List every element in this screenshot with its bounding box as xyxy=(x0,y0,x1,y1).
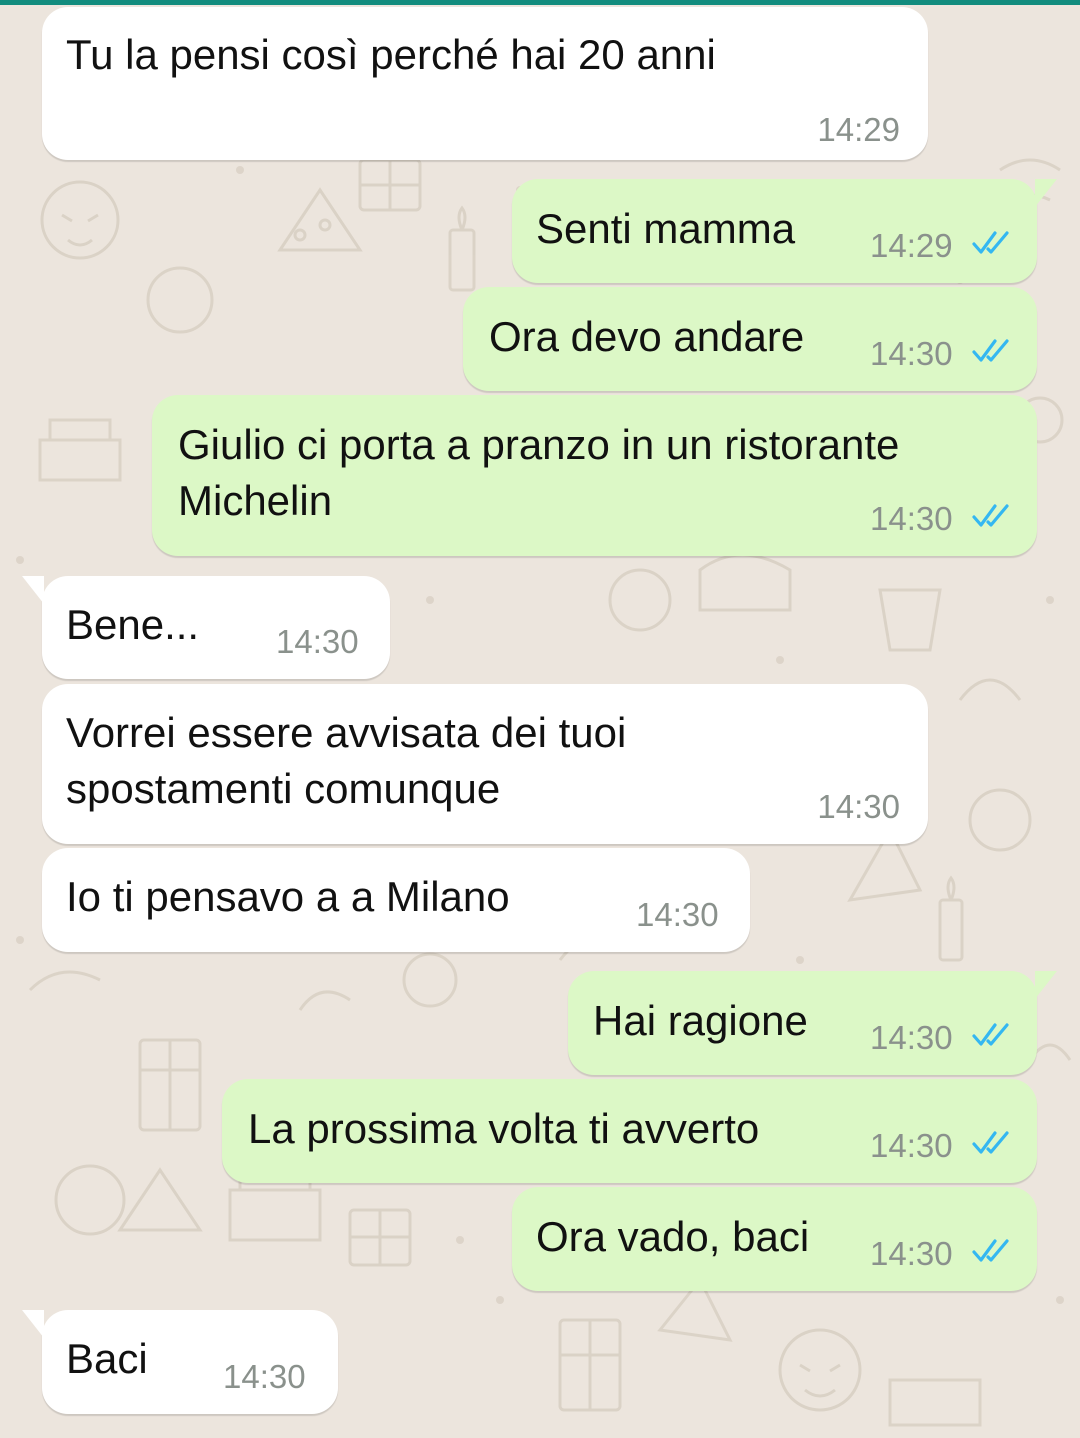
message-time: 14:30 xyxy=(870,1127,953,1164)
bubble-tail xyxy=(1035,971,1057,999)
bubble-tail xyxy=(22,1310,44,1338)
incoming-message[interactable]: Io ti pensavo a a Milano 14:30 xyxy=(42,848,750,952)
bubble-tail xyxy=(1035,179,1057,207)
message-time: 14:29 xyxy=(870,227,953,264)
double-check-icon xyxy=(972,1023,1009,1046)
message-text: Io ti pensavo a a Milano xyxy=(66,873,510,920)
message-text: Baci xyxy=(66,1335,148,1382)
message-text: La prossima volta ti avverto xyxy=(248,1105,760,1152)
incoming-message[interactable]: Vorrei essere avvisata dei tuoi spostame… xyxy=(42,684,928,844)
double-check-icon xyxy=(972,1239,1009,1262)
message-time: 14:30 xyxy=(870,1019,953,1056)
message-time: 14:30 xyxy=(276,623,359,660)
double-check-icon xyxy=(972,339,1009,362)
message-text: Ora devo andare xyxy=(489,313,805,360)
incoming-message[interactable]: Tu la pensi così perché hai 20 anni 14:2… xyxy=(42,7,928,160)
double-check-icon xyxy=(972,1131,1009,1154)
message-time: 14:30 xyxy=(870,500,953,537)
message-list[interactable]: Tu la pensi così perché hai 20 anni 14:2… xyxy=(0,0,1080,1438)
message-text: Hai ragione xyxy=(593,997,808,1044)
outgoing-message[interactable]: Hai ragione 14:30 xyxy=(568,971,1057,1075)
message-text: Tu la pensi così perché hai 20 anni xyxy=(66,31,716,78)
message-text: Bene... xyxy=(66,601,200,648)
message-text: Vorrei essere avvisata dei tuoi spostame… xyxy=(66,709,627,812)
double-check-icon xyxy=(972,231,1009,254)
incoming-message[interactable]: Baci 14:30 xyxy=(22,1310,338,1414)
message-time: 14:30 xyxy=(870,1235,953,1272)
outgoing-message[interactable]: Senti mamma 14:29 xyxy=(512,179,1057,283)
message-time: 14:29 xyxy=(817,111,900,148)
message-time: 14:30 xyxy=(636,896,719,933)
incoming-message[interactable]: Bene... 14:30 xyxy=(22,576,390,679)
message-time: 14:30 xyxy=(870,335,953,372)
message-text: Senti mamma xyxy=(536,205,796,252)
message-time: 14:30 xyxy=(817,788,900,825)
message-text: Ora vado, baci xyxy=(536,1213,810,1260)
message-time: 14:30 xyxy=(223,1358,306,1395)
message-text: Giulio ci porta a pranzo in un ristorant… xyxy=(178,421,900,524)
double-check-icon xyxy=(972,504,1009,527)
outgoing-message[interactable]: Giulio ci porta a pranzo in un ristorant… xyxy=(152,395,1037,556)
outgoing-message[interactable]: Ora devo andare 14:30 xyxy=(463,287,1037,391)
outgoing-message[interactable]: Ora vado, baci 14:30 xyxy=(512,1187,1037,1291)
bubble-tail xyxy=(22,576,44,604)
outgoing-message[interactable]: La prossima volta ti avverto 14:30 xyxy=(222,1079,1037,1183)
